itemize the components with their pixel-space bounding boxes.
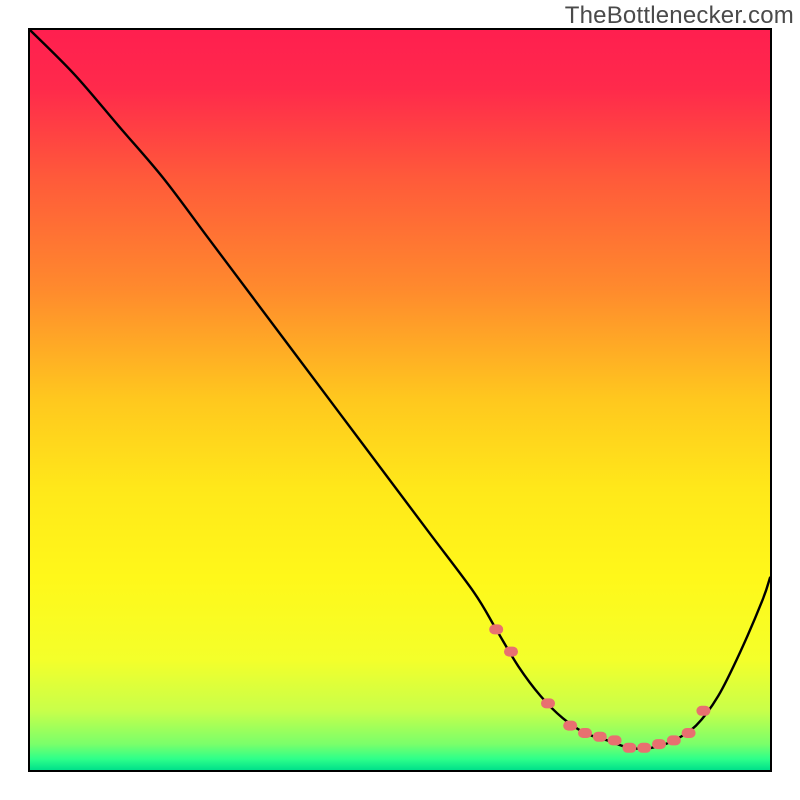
curve-layer — [30, 30, 770, 770]
marker-dot — [593, 732, 607, 742]
marker-dot — [489, 624, 503, 634]
marker-dot — [608, 735, 622, 745]
highlight-points — [489, 624, 710, 752]
marker-dot — [541, 698, 555, 708]
marker-dot — [563, 721, 577, 731]
marker-dot — [667, 735, 681, 745]
plot-inner — [30, 30, 770, 770]
marker-dot — [652, 739, 666, 749]
marker-dot — [682, 728, 696, 738]
marker-dot — [504, 647, 518, 657]
plot-area — [28, 28, 772, 772]
watermark-text: TheBottlenecker.com — [565, 2, 794, 30]
marker-dot — [696, 706, 710, 716]
chart-container: TheBottlenecker.com — [0, 0, 800, 800]
marker-dot — [637, 743, 651, 753]
bottleneck-curve — [30, 30, 770, 749]
marker-dot — [622, 743, 636, 753]
marker-dot — [578, 728, 592, 738]
